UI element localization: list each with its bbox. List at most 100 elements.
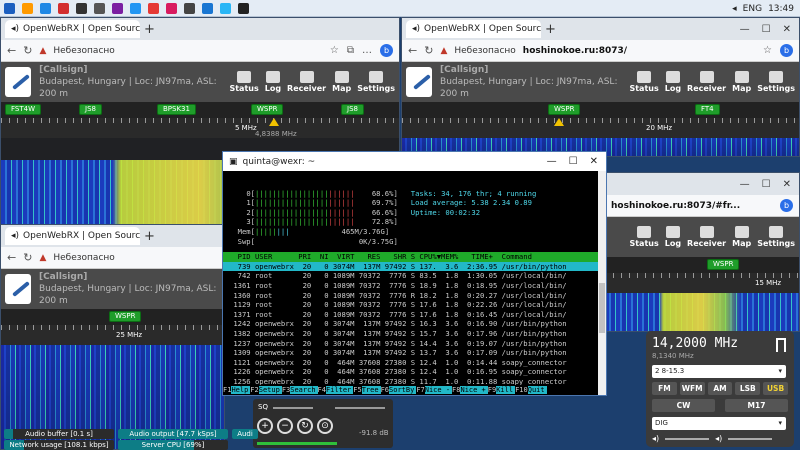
back-icon[interactable]: ← [7,251,16,264]
process-row[interactable]: 1129 root 20 0 1089M 70372 7776 S 17.6 1… [229,300,600,310]
speaker-icon[interactable]: ◂ [732,4,737,14]
menu-status[interactable]: Status [229,71,259,93]
frequency-display[interactable]: 14,2000 MHz [652,336,788,351]
fkey-label[interactable]: SortBy [389,386,417,394]
telegram-icon[interactable] [220,2,231,14]
nr-slider[interactable] [728,437,773,440]
process-row[interactable]: 742 root 20 0 1089M 70372 7776 S 83.5 1.… [229,271,600,281]
url-text[interactable]: hoshinokoe.ru:8073/ [523,46,627,56]
process-row[interactable]: 1361 root 20 0 1089M 70372 7776 S 18.9 1… [229,281,600,291]
app-icon[interactable] [148,2,159,14]
fkey-label[interactable]: Filter [325,386,354,394]
windows-start-icon[interactable] [4,2,15,14]
fkey-label[interactable]: Quit [527,386,547,394]
browser-tab[interactable]: ◂) OpenWebRX | Open Source × [5,20,140,38]
menu-status[interactable]: Status [629,226,659,248]
zoom-reset-button[interactable]: ↻ [297,418,313,434]
maximize-icon[interactable]: ☐ [569,156,578,167]
bookmark-icon[interactable] [776,338,786,352]
scrollbar[interactable] [598,171,606,395]
process-table-header[interactable]: PID USER PRI NI VIRT RES SHR S CPU%▼MEM%… [223,252,606,262]
new-tab-button[interactable]: + [545,22,556,37]
mode-tag[interactable]: JS8 [341,104,364,115]
favorite-icon[interactable]: ☆ [330,45,339,56]
frequency-scale[interactable]: 15 MHz [605,273,799,293]
mode-tag[interactable]: WSPR [707,259,740,270]
frequency-scale[interactable]: 25 MHz [1,325,224,345]
browser-tab[interactable]: ◂) OpenWebRX | Open Source × [5,227,140,245]
menu-receiver[interactable]: Receiver [687,226,726,248]
process-row[interactable]: 1309 openwebrx 20 0 3074M 137M 97492 S 1… [229,348,600,358]
fkey-label[interactable]: Kill [496,386,516,394]
process-row[interactable]: 1121 openwebrx 20 0 464M 37608 27380 S 1… [229,358,600,368]
mode-tag[interactable]: WSPR [548,104,581,115]
bing-icon[interactable]: b [380,44,393,57]
process-row[interactable]: 1242 openwebrx 20 0 3074M 137M 97492 S 1… [229,319,600,329]
lang-indicator[interactable]: ENG [743,4,762,14]
collections-icon[interactable]: ⧉ [347,45,354,56]
minimize-icon[interactable]: — [547,156,557,167]
menu-settings[interactable]: Settings [757,226,795,248]
minimize-icon[interactable]: — [740,179,750,190]
process-row[interactable]: 1360 root 20 0 1089M 70372 7776 R 18.2 1… [229,291,600,301]
tuning-marker-icon[interactable] [269,118,279,126]
menu-settings[interactable]: Settings [357,71,395,93]
app-icon[interactable] [202,2,213,14]
volume-slider[interactable] [665,437,710,440]
reload-icon[interactable]: ↻ [23,251,32,264]
terminal-icon[interactable] [238,2,249,14]
more-icon[interactable]: … [362,45,372,56]
process-row[interactable]: 1237 openwebrx 20 0 3074M 137M 97492 S 1… [229,339,600,349]
app-icon[interactable] [94,2,105,14]
mode-tag[interactable]: WSPR [109,311,142,322]
address-bar[interactable]: ← ↻ ▲ Небезопасно [1,247,224,269]
menu-status[interactable]: Status [629,71,659,93]
mode-tag[interactable]: FST4W [5,104,41,115]
minimize-icon[interactable]: — [740,24,750,35]
fkey-label[interactable]: Help [231,386,251,394]
address-bar[interactable]: hoshinokoe.ru:8073/#fr... b [605,195,799,217]
menu-log[interactable]: Log [665,71,681,93]
process-row[interactable]: 739 openwebrx 20 0 3074M 137M 97492 S 13… [223,261,606,272]
mode-button-usb[interactable]: USB [763,382,788,395]
menu-settings[interactable]: Settings [757,71,795,93]
edge-icon[interactable] [40,2,51,14]
fkey-label[interactable]: Search [290,386,318,394]
app-icon[interactable] [58,2,69,14]
app-icon[interactable] [130,2,141,14]
zoom-center-button[interactable]: ⊙ [317,418,333,434]
mode-button-cw[interactable]: CW [652,399,715,412]
favorite-icon[interactable]: ☆ [763,45,772,56]
address-bar[interactable]: ← ↻ ▲ Небезопасно ☆ ⧉ … b [1,40,399,62]
maximize-icon[interactable]: ☐ [762,179,771,190]
address-bar[interactable]: ← ↻ ▲ Небезопасно hoshinokoe.ru:8073/ ☆ b [402,40,799,62]
app-icon[interactable] [112,2,123,14]
digital-mode-select[interactable]: DIG [652,417,786,430]
app-icon[interactable] [76,2,87,14]
waterfall[interactable] [605,293,799,331]
app-icon[interactable] [184,2,195,14]
fkey-label[interactable]: Setup [258,386,282,394]
volume-icon[interactable]: ◂) [652,434,659,443]
maximize-icon[interactable]: ☐ [762,24,771,35]
app-icon[interactable] [166,2,177,14]
process-row[interactable]: 1382 openwebrx 20 0 3074M 137M 97492 S 1… [229,329,600,339]
mode-button-m17[interactable]: M17 [725,399,788,412]
bing-icon[interactable]: b [780,199,793,212]
zoom-out-button[interactable]: − [277,418,293,434]
menu-map[interactable]: Map [732,71,751,93]
new-tab-button[interactable]: + [144,22,155,37]
frequency-scale[interactable]: 20 MHz [402,118,799,138]
mode-tag[interactable]: BPSK31 [157,104,196,115]
mode-button-am[interactable]: AM [707,382,733,395]
bing-icon[interactable]: b [780,44,793,57]
menu-log[interactable]: Log [265,71,281,93]
back-icon[interactable]: ← [408,44,417,57]
volume-slider[interactable] [335,407,385,409]
reload-icon[interactable]: ↻ [424,44,433,57]
url-text[interactable]: hoshinokoe.ru:8073/#fr... [611,201,740,211]
back-icon[interactable]: ← [7,44,16,57]
close-icon[interactable]: ✕ [590,156,598,167]
clock[interactable]: 13:49 [768,4,794,14]
browser-tab[interactable]: ◂) OpenWebRX | Open Source × [406,20,541,38]
